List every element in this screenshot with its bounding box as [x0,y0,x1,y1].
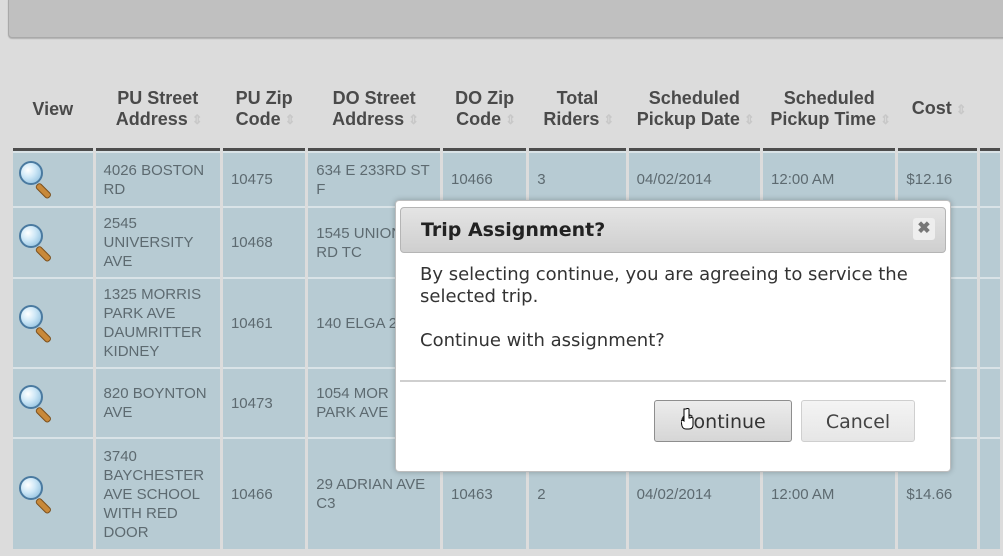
pu-zip-cell: 10468 [222,206,306,277]
column-header-cost[interactable]: Cost ⇕ [898,70,978,151]
magnifier-handle [34,182,53,200]
view-cell [13,277,93,367]
column-header-pu-zip-code[interactable]: PU Zip Code ⇕ [222,70,306,151]
dialog-message: By selecting continue, you are agreeing … [420,264,908,307]
view-cell [13,206,93,277]
pu-street-address-cell: 3740 BAYCHESTER AVE SCHOOL WITH RED DOOR [95,437,220,549]
cost-cell: $12.16 [898,151,978,206]
pu-street-address-cell: 4026 BOSTON RD [95,151,220,206]
pu-zip-cell: 10475 [222,151,306,206]
dialog-divider [400,380,946,382]
dialog-body: By selecting continue, you are agreeing … [420,264,930,352]
column-header-do-zip-code[interactable]: DO Zip Code ⇕ [443,70,527,151]
table-row[interactable]: 4026 BOSTON RD 10475 634 E 233RD ST F 10466… [13,151,1000,206]
pu-zip-cell: 10461 [222,277,306,367]
magnifier-lens [19,384,43,409]
dialog-question: Continue with assignment? [420,330,665,351]
do-street-address-cell: 634 E 233RD ST F [308,151,440,206]
hand-cursor-icon [681,408,694,430]
magnifier-icon[interactable] [17,383,53,424]
top-toolbar [8,0,1003,38]
do-zip-cell: 10466 [443,151,527,206]
extra-cell [980,277,1000,367]
sort-icon[interactable]: ⇕ [744,109,755,130]
total-riders-cell: 3 [529,151,626,206]
sort-icon[interactable]: ⇕ [192,109,203,130]
column-header-scheduled-pickup-date[interactable]: Scheduled Pickup Date ⇕ [628,70,761,151]
sort-icon[interactable]: ⇕ [505,109,516,130]
pu-zip-cell: 10473 [222,367,306,437]
column-header-scheduled-pickup-time[interactable]: Scheduled Pickup Time ⇕ [763,70,896,151]
column-header-total-riders[interactable]: Total Riders ⇕ [529,70,626,151]
magnifier-handle [34,325,53,344]
column-header-do-street-address[interactable]: DO Street Address ⇕ [308,70,440,151]
column-header-view: View [13,70,93,151]
extra-cell [980,206,1000,277]
view-cell [13,151,93,206]
pu-zip-cell: 10466 [222,437,306,549]
dialog-titlebar[interactable]: Trip Assignment? ✖ [400,207,946,253]
trip-assignment-dialog: Trip Assignment? ✖ By selecting continue… [395,200,951,472]
pickup-date-cell: 04/02/2014 [628,151,761,206]
table-header-row: View PU Street Address ⇕ PU Zip Code ⇕ DO … [13,70,1000,151]
magnifier-handle [34,405,53,424]
sort-icon[interactable]: ⇕ [408,109,419,130]
magnifier-icon[interactable] [17,222,53,263]
cancel-button[interactable]: Cancel [801,400,915,442]
pu-street-address-cell: 1325 MORRIS PARK AVE DAUMRITTER KIDNEY [95,277,220,367]
magnifier-icon[interactable] [17,303,53,344]
extra-cell [980,367,1000,437]
magnifier-lens [19,304,43,329]
column-header-pu-street-address[interactable]: PU Street Address ⇕ [95,70,220,151]
dialog-title: Trip Assignment? [421,219,606,241]
magnifier-lens [19,475,43,500]
pu-street-address-cell: 820 BOYNTON AVE [95,367,220,437]
magnifier-lens [19,161,43,185]
magnifier-handle [34,496,53,515]
extra-cell [980,437,1000,549]
close-icon[interactable]: ✖ [913,218,935,240]
pickup-time-cell: 12:00 AM [763,151,896,206]
view-cell [13,367,93,437]
magnifier-lens [19,224,43,248]
pu-street-address-cell: 2545 UNIVERSITY AVE [95,206,220,277]
magnifier-handle [34,245,53,263]
continue-button[interactable]: Continue [654,400,792,442]
view-cell [13,437,93,549]
sort-icon[interactable]: ⇕ [956,99,967,120]
extra-cell [980,151,1000,206]
magnifier-icon[interactable] [17,474,53,515]
magnifier-icon[interactable] [17,159,53,200]
sort-icon[interactable]: ⇕ [603,109,614,130]
column-header-extra [980,70,1000,151]
sort-icon[interactable]: ⇕ [285,109,296,130]
sort-icon[interactable]: ⇕ [880,109,891,130]
